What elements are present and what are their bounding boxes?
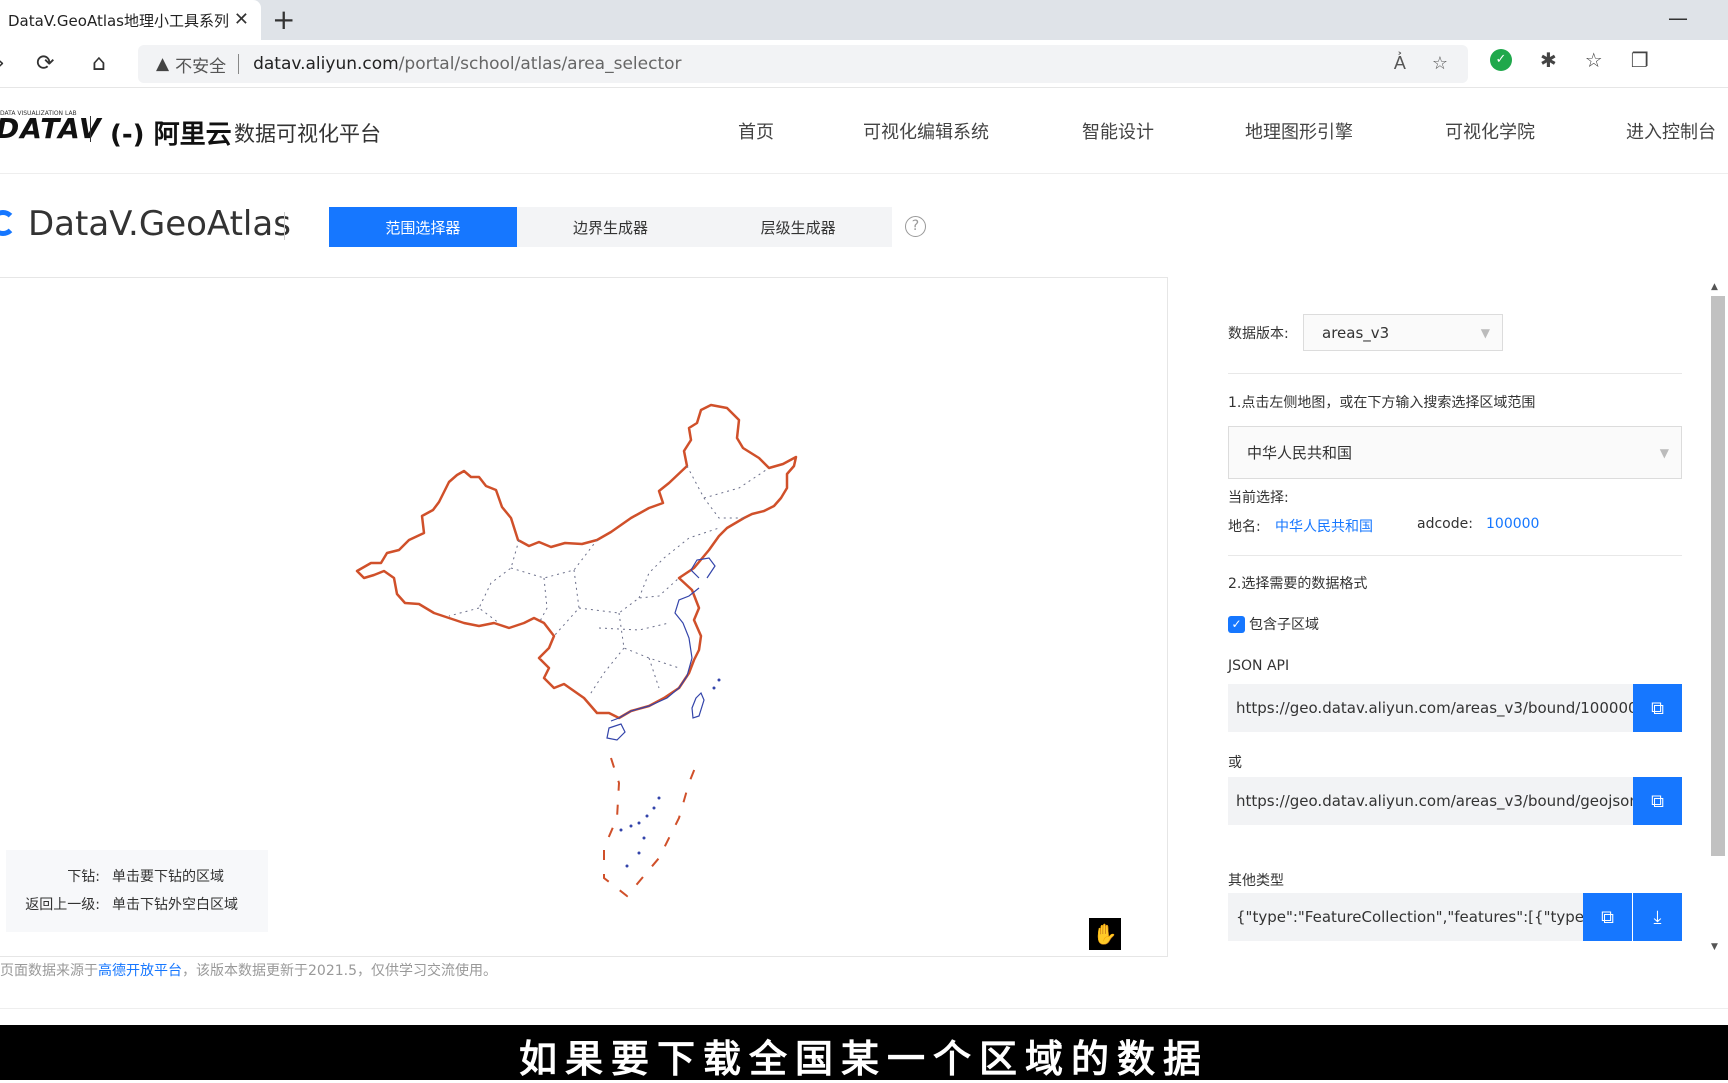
url-host: datav.aliyun.com bbox=[253, 54, 399, 74]
other-types-label: 其他类型 bbox=[1228, 873, 1284, 889]
add-favorite-icon[interactable]: ☆ bbox=[1432, 53, 1448, 74]
url-path: /portal/school/atlas/area_selector bbox=[398, 54, 682, 74]
nav-editor[interactable]: 可视化编辑系统 bbox=[863, 118, 989, 144]
extension-check-icon[interactable]: ✓ bbox=[1490, 49, 1512, 71]
browser-tab[interactable]: DataV.GeoAtlas地理小工具系列 ✕ bbox=[0, 0, 261, 40]
tab-title: DataV.GeoAtlas地理小工具系列 bbox=[8, 11, 229, 30]
step2-label: 2.选择需要的数据格式 bbox=[1228, 576, 1368, 592]
scroll-down-icon[interactable]: ▼ bbox=[1711, 942, 1718, 952]
chevron-down-icon: ▼ bbox=[1480, 325, 1490, 340]
adcode-label: adcode: bbox=[1417, 516, 1473, 532]
province-boundaries[interactable] bbox=[448, 465, 770, 697]
footnote-prefix: 页面数据来源于 bbox=[0, 963, 98, 979]
current-selection-label: 当前选择: bbox=[1228, 490, 1289, 506]
aliyun-logo[interactable]: (-) 阿里云 bbox=[110, 114, 232, 151]
checkbox-checked-icon[interactable]: ✓ bbox=[1228, 615, 1245, 633]
legend-value: 单击下钻外空白区域 bbox=[112, 897, 238, 913]
name-label: 地名: bbox=[1228, 519, 1261, 535]
copy-icon[interactable]: ⧉ bbox=[1633, 684, 1682, 732]
map-legend: 下钻: 单击要下钻的区域 返回上一级: 单击下钻外空白区域 bbox=[6, 850, 268, 932]
tool-title: DataV.GeoAtlas bbox=[28, 204, 291, 244]
version-label: 数据版本: bbox=[1228, 326, 1289, 342]
help-icon[interactable]: ? bbox=[905, 216, 926, 237]
nav-smart-design[interactable]: 智能设计 bbox=[1082, 118, 1154, 144]
address-bar[interactable]: ▲ 不安全 datav.aliyun.com /portal/school/at… bbox=[138, 45, 1468, 83]
chevron-down-icon: ▼ bbox=[1659, 445, 1669, 460]
json-api-field[interactable]: https://geo.datav.aliyun.com/areas_v3/bo… bbox=[1228, 684, 1633, 732]
page-divider bbox=[0, 1008, 1728, 1009]
read-aloud-icon[interactable]: A͐ bbox=[1394, 53, 1406, 74]
tool-tabs: 范围选择器 边界生成器 层级生成器 bbox=[329, 207, 892, 247]
taiwan-outline[interactable] bbox=[691, 691, 705, 719]
tool-divider bbox=[284, 212, 285, 240]
or-label: 或 bbox=[1228, 755, 1242, 771]
copy-icon[interactable]: ⧉ bbox=[1633, 777, 1682, 825]
back-icon[interactable]: › bbox=[0, 50, 5, 78]
data-source-note: 页面数据来源于高德开放平台，该版本数据更新于2021.5，仅供学习交流使用。 bbox=[0, 960, 497, 980]
scroll-up-icon[interactable]: ▲ bbox=[1711, 282, 1718, 292]
browser-toolbar: › ⟳ ⌂ ▲ 不安全 datav.aliyun.com /portal/sch… bbox=[0, 40, 1728, 88]
coastline bbox=[610, 587, 700, 722]
json-api-label: JSON API bbox=[1228, 658, 1290, 674]
divider bbox=[1228, 555, 1682, 556]
national-border[interactable] bbox=[355, 403, 798, 720]
version-select[interactable]: areas_v3 ▼ bbox=[1303, 314, 1503, 351]
legend-value: 单击要下钻的区域 bbox=[112, 869, 224, 885]
platform-title: 数据可视化平台 bbox=[234, 122, 381, 146]
favorites-icon[interactable]: ☆ bbox=[1585, 48, 1603, 72]
divider bbox=[1228, 373, 1682, 374]
adcode-value: 100000 bbox=[1486, 516, 1540, 532]
warning-icon[interactable]: ▲ bbox=[156, 54, 169, 74]
nav-academy[interactable]: 可视化学院 bbox=[1445, 118, 1535, 144]
version-value: areas_v3 bbox=[1322, 323, 1390, 342]
video-subtitle: 如果要下载全国某一个区域的数据 bbox=[518, 1036, 1209, 1081]
nine-dash-line bbox=[603, 757, 700, 898]
legend-key: 下钻: bbox=[67, 869, 100, 885]
download-icon[interactable]: ⤓ bbox=[1633, 893, 1682, 941]
geojson-api-field[interactable]: https://geo.datav.aliyun.com/areas_v3/bo… bbox=[1228, 777, 1633, 825]
legend-row: 下钻: 单击要下钻的区域 bbox=[6, 866, 224, 886]
hand-cursor-icon: ✋ bbox=[1089, 918, 1121, 950]
tab-boundary-generator[interactable]: 边界生成器 bbox=[517, 207, 705, 247]
legend-row: 返回上一级: 单击下钻外空白区域 bbox=[6, 894, 238, 914]
south-sea-islands bbox=[619, 678, 721, 868]
security-label: 不安全 bbox=[175, 56, 227, 77]
address-divider bbox=[238, 54, 240, 74]
close-tab-icon[interactable]: ✕ bbox=[234, 9, 249, 30]
amap-link[interactable]: 高德开放平台 bbox=[98, 963, 182, 979]
legend-key: 返回上一级: bbox=[25, 897, 100, 913]
hainan-outline[interactable] bbox=[606, 723, 626, 741]
minimize-window-icon[interactable]: — bbox=[1668, 6, 1688, 30]
name-value: 中华人民共和国 bbox=[1275, 519, 1373, 535]
new-tab-button[interactable]: + bbox=[272, 4, 295, 36]
collections-icon[interactable]: ❐ bbox=[1631, 48, 1649, 72]
tab-level-generator[interactable]: 层级生成器 bbox=[704, 207, 892, 247]
other-types-field[interactable]: {"type":"FeatureCollection","features":[… bbox=[1228, 893, 1583, 941]
region-select[interactable]: 中华人民共和国 ▼ bbox=[1228, 426, 1682, 479]
extensions-puzzle-icon[interactable]: ✱ bbox=[1540, 48, 1557, 72]
footnote-suffix: ，该版本数据更新于2021.5，仅供学习交流使用。 bbox=[182, 963, 497, 979]
nav-home[interactable]: 首页 bbox=[738, 118, 774, 144]
reload-icon[interactable]: ⟳ bbox=[36, 50, 54, 78]
include-subregions-label: 包含子区域 bbox=[1249, 617, 1319, 633]
datav-logo[interactable]: DATAV bbox=[0, 112, 102, 145]
region-value: 中华人民共和国 bbox=[1247, 444, 1353, 462]
scrollbar-thumb[interactable] bbox=[1711, 296, 1725, 856]
geoatlas-logo-icon bbox=[0, 210, 16, 236]
tab-area-selector[interactable]: 范围选择器 bbox=[329, 207, 517, 247]
copy-icon[interactable]: ⧉ bbox=[1583, 893, 1632, 941]
site-header: DATA VISUALIZATION LAB DATAV (-) 阿里云 数据可… bbox=[0, 88, 1728, 174]
include-subregions[interactable]: ✓ 包含子区域 bbox=[1228, 614, 1319, 634]
nav-console[interactable]: 进入控制台 bbox=[1626, 118, 1716, 144]
home-icon[interactable]: ⌂ bbox=[92, 50, 106, 78]
nav-geo-engine[interactable]: 地理图形引擎 bbox=[1245, 118, 1353, 144]
step1-label: 1.点击左侧地图，或在下方输入搜索选择区域范围 bbox=[1228, 395, 1536, 411]
brand-divider bbox=[90, 116, 91, 142]
browser-tab-bar: DataV.GeoAtlas地理小工具系列 ✕ + — bbox=[0, 0, 1728, 40]
